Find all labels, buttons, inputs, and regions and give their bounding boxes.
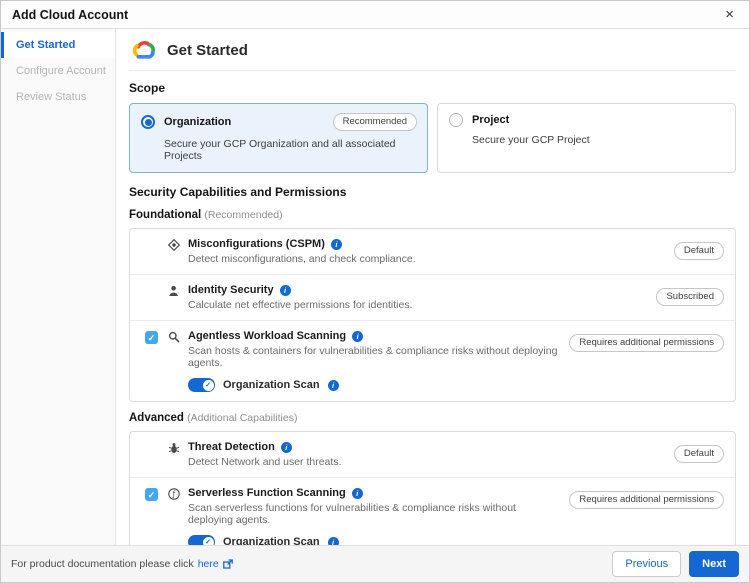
dialog-body: Get Started Configure Account Review Sta… <box>1 29 749 545</box>
advanced-capabilities-card: Threat Detection i Detect Network and us… <box>129 431 736 545</box>
main-content: Get Started Scope Organization Recommend… <box>116 29 749 545</box>
previous-button[interactable]: Previous <box>612 551 682 577</box>
badge-slot: Requires additional permissions <box>559 330 724 352</box>
info-icon[interactable]: i <box>280 441 292 453</box>
agentless-scan-icon <box>168 330 188 343</box>
capability-row-identity-security: Identity Security i Calculate net effect… <box>130 275 735 321</box>
checkbox-checked[interactable]: ✓ <box>145 488 158 501</box>
capability-row-threat-detection: Threat Detection i Detect Network and us… <box>130 432 735 478</box>
checkbox-slot <box>145 284 168 285</box>
capability-title: Agentless Workload Scanning <box>188 330 347 342</box>
scope-option-description: Secure your GCP Project <box>472 134 590 146</box>
checkbox-checked[interactable]: ✓ <box>145 331 158 344</box>
sidebar-item-review-status[interactable]: Review Status <box>1 84 115 110</box>
status-badge: Default <box>673 242 724 260</box>
status-badge: Default <box>673 445 724 463</box>
organization-scan-toggle-on[interactable]: ✓ <box>188 535 215 545</box>
capability-text: Misconfigurations (CSPM) i Detect miscon… <box>188 238 664 265</box>
capability-text: Identity Security i Calculate net effect… <box>188 284 646 311</box>
capability-text: Serverless Function Scanning i Scan serv… <box>188 487 559 545</box>
capability-text: Agentless Workload Scanning i Scan hosts… <box>188 330 559 392</box>
organization-scan-toggle-line: ✓ Organization Scan i <box>188 378 559 392</box>
checkbox-slot <box>145 238 168 239</box>
capability-description: Detect misconfigurations, and check comp… <box>188 253 416 265</box>
info-icon[interactable]: i <box>330 238 342 250</box>
serverless-icon: ƒ <box>168 487 188 500</box>
svg-text:ƒ: ƒ <box>172 490 176 499</box>
scope-option-top: Project <box>449 113 725 127</box>
scope-option-label: Organization <box>164 116 232 128</box>
capability-description: Detect Network and user threats. <box>188 456 342 468</box>
status-badge: Requires additional permissions <box>569 334 724 352</box>
capability-title: Identity Security <box>188 284 274 296</box>
scope-option-description: Secure your GCP Organization and all ass… <box>164 138 396 162</box>
info-icon[interactable]: i <box>279 284 291 296</box>
identity-icon <box>168 284 188 297</box>
toggle-label: Organization Scan <box>223 536 320 545</box>
foundational-capabilities-card: Misconfigurations (CSPM) i Detect miscon… <box>129 228 736 402</box>
checkbox-slot <box>145 441 168 442</box>
group-title: Foundational <box>129 209 202 221</box>
status-badge: Requires additional permissions <box>569 491 724 509</box>
capability-row-misconfigurations: Misconfigurations (CSPM) i Detect miscon… <box>130 229 735 275</box>
scope-option-label: Project <box>472 114 510 126</box>
capability-description: Calculate net effective permissions for … <box>188 299 413 311</box>
sidebar-item-get-started[interactable]: Get Started <box>1 32 115 58</box>
capability-text: Threat Detection i Detect Network and us… <box>188 441 664 468</box>
documentation-link[interactable]: here <box>198 558 219 570</box>
info-icon[interactable]: i <box>352 330 364 342</box>
sidebar-item-configure-account[interactable]: Configure Account <box>1 58 115 84</box>
capabilities-heading: Security Capabilities and Permissions <box>129 185 347 199</box>
external-link-icon <box>222 559 233 569</box>
capability-description: Scan hosts & containers for vulnerabilit… <box>188 345 558 369</box>
group-title: Advanced <box>129 412 184 424</box>
wizard-steps-sidebar: Get Started Configure Account Review Sta… <box>1 29 116 545</box>
threat-detection-icon <box>168 441 188 454</box>
scope-heading: Scope <box>129 81 166 95</box>
documentation-text: For product documentation please click h… <box>11 558 233 570</box>
organization-scan-toggle-line: ✓ Organization Scan i <box>188 535 559 545</box>
dialog-title: Add Cloud Account <box>12 7 129 22</box>
organization-scan-toggle-on[interactable]: ✓ <box>188 378 215 392</box>
next-button[interactable]: Next <box>689 551 739 577</box>
recommended-badge: Recommended <box>332 113 417 131</box>
dialog-footer: For product documentation please click h… <box>1 545 749 582</box>
capability-title: Misconfigurations (CSPM) <box>188 238 325 250</box>
checkbox-slot: ✓ <box>145 487 168 501</box>
header-divider <box>129 70 736 71</box>
gcp-cloud-logo-icon <box>131 40 158 61</box>
footer-buttons: Previous Next <box>612 551 739 577</box>
capability-description: Scan serverless functions for vulnerabil… <box>188 502 516 526</box>
close-icon[interactable]: × <box>721 5 738 24</box>
badge-slot: Default <box>664 441 724 463</box>
info-icon[interactable]: i <box>327 379 339 391</box>
page-title: Get Started <box>167 42 248 59</box>
capability-title: Threat Detection <box>188 441 275 453</box>
info-icon[interactable]: i <box>327 536 339 545</box>
capability-row-agentless-workload-scanning: ✓ Agentless Workload Scanning i Scan hos… <box>130 321 735 401</box>
checkbox-slot: ✓ <box>145 330 168 344</box>
documentation-label: For product documentation please click <box>11 558 194 570</box>
group-subtitle: (Recommended) <box>204 209 283 221</box>
group-subtitle: (Additional Capabilities) <box>187 412 298 424</box>
group-heading-foundational: Foundational (Recommended) <box>129 209 736 221</box>
status-badge: Subscribed <box>656 288 724 306</box>
cspm-icon <box>168 238 188 251</box>
badge-slot: Subscribed <box>646 284 724 306</box>
group-heading-advanced: Advanced (Additional Capabilities) <box>129 412 736 424</box>
capability-row-serverless-function-scanning: ✓ ƒ Serverless Function Scanning i Scan … <box>130 478 735 545</box>
scope-option-project[interactable]: Project Secure your GCP Project <box>437 103 736 173</box>
badge-slot: Default <box>664 238 724 260</box>
badge-slot: Requires additional permissions <box>559 487 724 509</box>
radio-selected-icon[interactable] <box>141 115 155 129</box>
toggle-label: Organization Scan <box>223 379 320 391</box>
dialog-header: Add Cloud Account × <box>1 1 749 29</box>
capability-title: Serverless Function Scanning <box>188 487 346 499</box>
scope-option-top: Organization Recommended <box>141 113 417 131</box>
radio-unselected-icon[interactable] <box>449 113 463 127</box>
scope-option-organization[interactable]: Organization Recommended Secure your GCP… <box>129 103 428 173</box>
scope-options: Organization Recommended Secure your GCP… <box>129 103 736 173</box>
info-icon[interactable]: i <box>351 487 363 499</box>
page-head: Get Started <box>131 40 736 61</box>
